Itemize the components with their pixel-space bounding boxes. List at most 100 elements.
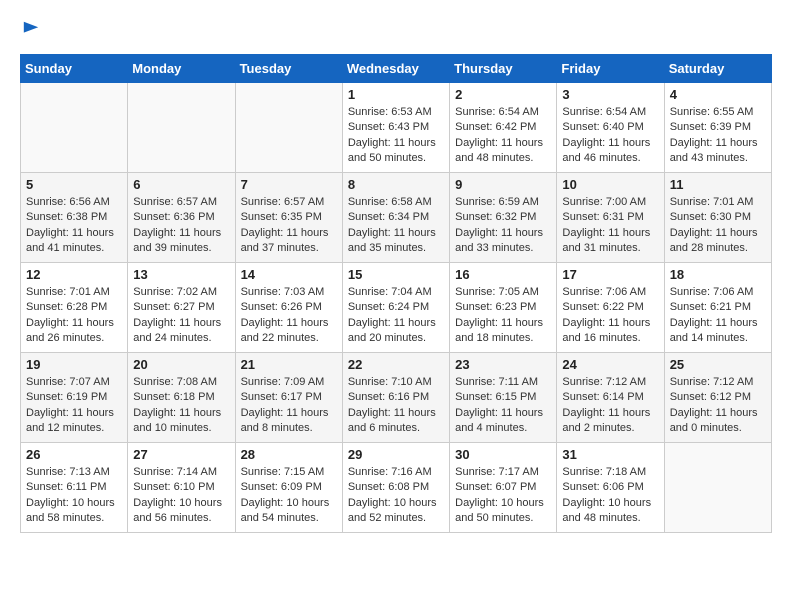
col-header-wednesday: Wednesday <box>342 55 449 83</box>
calendar-cell: 28 Sunrise: 7:15 AM Sunset: 6:09 PM Dayli… <box>235 443 342 533</box>
cell-content: Sunrise: 7:09 AM Sunset: 6:17 PM Dayligh… <box>241 375 337 437</box>
col-header-thursday: Thursday <box>450 55 557 83</box>
day-number: 6 <box>133 177 229 192</box>
calendar-table: SundayMondayTuesdayWednesdayThursdayFrid… <box>20 54 772 533</box>
calendar-cell: 23 Sunrise: 7:11 AM Sunset: 6:15 PM Dayli… <box>450 353 557 443</box>
day-number: 14 <box>241 267 337 282</box>
day-number: 11 <box>670 177 766 192</box>
calendar-cell: 31 Sunrise: 7:18 AM Sunset: 6:06 PM Dayli… <box>557 443 664 533</box>
calendar-cell: 10 Sunrise: 7:00 AM Sunset: 6:31 PM Dayli… <box>557 173 664 263</box>
calendar-cell: 6 Sunrise: 6:57 AM Sunset: 6:36 PM Daylig… <box>128 173 235 263</box>
col-header-friday: Friday <box>557 55 664 83</box>
day-number: 4 <box>670 87 766 102</box>
day-number: 30 <box>455 447 551 462</box>
calendar-cell: 29 Sunrise: 7:16 AM Sunset: 6:08 PM Dayli… <box>342 443 449 533</box>
day-number: 20 <box>133 357 229 372</box>
calendar-cell: 11 Sunrise: 7:01 AM Sunset: 6:30 PM Dayli… <box>664 173 771 263</box>
col-header-saturday: Saturday <box>664 55 771 83</box>
page-header <box>20 20 772 38</box>
cell-content: Sunrise: 7:16 AM Sunset: 6:08 PM Dayligh… <box>348 465 444 527</box>
calendar-cell: 15 Sunrise: 7:04 AM Sunset: 6:24 PM Dayli… <box>342 263 449 353</box>
cell-content: Sunrise: 7:12 AM Sunset: 6:12 PM Dayligh… <box>670 375 766 437</box>
cell-content: Sunrise: 7:00 AM Sunset: 6:31 PM Dayligh… <box>562 195 658 257</box>
calendar-cell: 12 Sunrise: 7:01 AM Sunset: 6:28 PM Dayli… <box>21 263 128 353</box>
day-number: 25 <box>670 357 766 372</box>
day-number: 7 <box>241 177 337 192</box>
day-number: 24 <box>562 357 658 372</box>
cell-content: Sunrise: 7:08 AM Sunset: 6:18 PM Dayligh… <box>133 375 229 437</box>
day-number: 29 <box>348 447 444 462</box>
calendar-cell: 21 Sunrise: 7:09 AM Sunset: 6:17 PM Dayli… <box>235 353 342 443</box>
cell-content: Sunrise: 6:57 AM Sunset: 6:35 PM Dayligh… <box>241 195 337 257</box>
cell-content: Sunrise: 7:07 AM Sunset: 6:19 PM Dayligh… <box>26 375 122 437</box>
cell-content: Sunrise: 6:54 AM Sunset: 6:40 PM Dayligh… <box>562 105 658 167</box>
day-number: 26 <box>26 447 122 462</box>
calendar-cell: 2 Sunrise: 6:54 AM Sunset: 6:42 PM Daylig… <box>450 83 557 173</box>
calendar-cell <box>664 443 771 533</box>
col-header-tuesday: Tuesday <box>235 55 342 83</box>
day-number: 18 <box>670 267 766 282</box>
cell-content: Sunrise: 7:02 AM Sunset: 6:27 PM Dayligh… <box>133 285 229 347</box>
day-number: 12 <box>26 267 122 282</box>
calendar-cell: 9Sunrise: 6:59 AM Sunset: 6:32 PM Daylig… <box>450 173 557 263</box>
calendar-cell: 27 Sunrise: 7:14 AM Sunset: 6:10 PM Dayli… <box>128 443 235 533</box>
cell-content: Sunrise: 7:12 AM Sunset: 6:14 PM Dayligh… <box>562 375 658 437</box>
calendar-cell: 13 Sunrise: 7:02 AM Sunset: 6:27 PM Dayli… <box>128 263 235 353</box>
cell-content: Sunrise: 6:54 AM Sunset: 6:42 PM Dayligh… <box>455 105 551 167</box>
cell-content: Sunrise: 7:17 AM Sunset: 6:07 PM Dayligh… <box>455 465 551 527</box>
day-number: 8 <box>348 177 444 192</box>
cell-content: Sunrise: 7:15 AM Sunset: 6:09 PM Dayligh… <box>241 465 337 527</box>
calendar-cell: 30 Sunrise: 7:17 AM Sunset: 6:07 PM Dayli… <box>450 443 557 533</box>
logo <box>20 20 40 38</box>
calendar-cell <box>128 83 235 173</box>
cell-content: Sunrise: 7:04 AM Sunset: 6:24 PM Dayligh… <box>348 285 444 347</box>
day-number: 16 <box>455 267 551 282</box>
calendar-cell: 7 Sunrise: 6:57 AM Sunset: 6:35 PM Daylig… <box>235 173 342 263</box>
cell-content: Sunrise: 7:05 AM Sunset: 6:23 PM Dayligh… <box>455 285 551 347</box>
day-number: 31 <box>562 447 658 462</box>
day-number: 23 <box>455 357 551 372</box>
day-number: 27 <box>133 447 229 462</box>
calendar-cell: 26 Sunrise: 7:13 AM Sunset: 6:11 PM Dayli… <box>21 443 128 533</box>
day-number: 13 <box>133 267 229 282</box>
cell-content: Sunrise: 6:56 AM Sunset: 6:38 PM Dayligh… <box>26 195 122 257</box>
calendar-cell: 8 Sunrise: 6:58 AM Sunset: 6:34 PM Daylig… <box>342 173 449 263</box>
cell-content: Sunrise: 6:58 AM Sunset: 6:34 PM Dayligh… <box>348 195 444 257</box>
cell-content: Sunrise: 7:13 AM Sunset: 6:11 PM Dayligh… <box>26 465 122 527</box>
cell-content: Sunrise: 7:03 AM Sunset: 6:26 PM Dayligh… <box>241 285 337 347</box>
cell-content: Sunrise: 7:01 AM Sunset: 6:28 PM Dayligh… <box>26 285 122 347</box>
day-number: 19 <box>26 357 122 372</box>
cell-content: Sunrise: 7:06 AM Sunset: 6:22 PM Dayligh… <box>562 285 658 347</box>
day-number: 5 <box>26 177 122 192</box>
day-number: 3 <box>562 87 658 102</box>
cell-content: Sunrise: 7:01 AM Sunset: 6:30 PM Dayligh… <box>670 195 766 257</box>
calendar-cell: 14 Sunrise: 7:03 AM Sunset: 6:26 PM Dayli… <box>235 263 342 353</box>
day-number: 15 <box>348 267 444 282</box>
day-number: 22 <box>348 357 444 372</box>
cell-content: Sunrise: 6:55 AM Sunset: 6:39 PM Dayligh… <box>670 105 766 167</box>
cell-content: Sunrise: 6:57 AM Sunset: 6:36 PM Dayligh… <box>133 195 229 257</box>
calendar-cell: 22 Sunrise: 7:10 AM Sunset: 6:16 PM Dayli… <box>342 353 449 443</box>
cell-content: Sunrise: 7:11 AM Sunset: 6:15 PM Dayligh… <box>455 375 551 437</box>
calendar-cell: 24 Sunrise: 7:12 AM Sunset: 6:14 PM Dayli… <box>557 353 664 443</box>
day-number: 1 <box>348 87 444 102</box>
calendar-cell: 17 Sunrise: 7:06 AM Sunset: 6:22 PM Dayli… <box>557 263 664 353</box>
calendar-cell: 19 Sunrise: 7:07 AM Sunset: 6:19 PM Dayli… <box>21 353 128 443</box>
cell-content: Sunrise: 7:10 AM Sunset: 6:16 PM Dayligh… <box>348 375 444 437</box>
calendar-cell: 4 Sunrise: 6:55 AM Sunset: 6:39 PM Daylig… <box>664 83 771 173</box>
cell-content: Sunrise: 6:59 AM Sunset: 6:32 PM Dayligh… <box>455 195 551 257</box>
day-number: 21 <box>241 357 337 372</box>
calendar-cell <box>235 83 342 173</box>
day-number: 10 <box>562 177 658 192</box>
cell-content: Sunrise: 7:14 AM Sunset: 6:10 PM Dayligh… <box>133 465 229 527</box>
calendar-cell: 16 Sunrise: 7:05 AM Sunset: 6:23 PM Dayli… <box>450 263 557 353</box>
col-header-monday: Monday <box>128 55 235 83</box>
cell-content: Sunrise: 7:18 AM Sunset: 6:06 PM Dayligh… <box>562 465 658 527</box>
col-header-sunday: Sunday <box>21 55 128 83</box>
calendar-cell: 3 Sunrise: 6:54 AM Sunset: 6:40 PM Daylig… <box>557 83 664 173</box>
day-number: 28 <box>241 447 337 462</box>
calendar-cell: 5 Sunrise: 6:56 AM Sunset: 6:38 PM Daylig… <box>21 173 128 263</box>
calendar-cell: 25 Sunrise: 7:12 AM Sunset: 6:12 PM Dayli… <box>664 353 771 443</box>
day-number: 2 <box>455 87 551 102</box>
day-number: 17 <box>562 267 658 282</box>
